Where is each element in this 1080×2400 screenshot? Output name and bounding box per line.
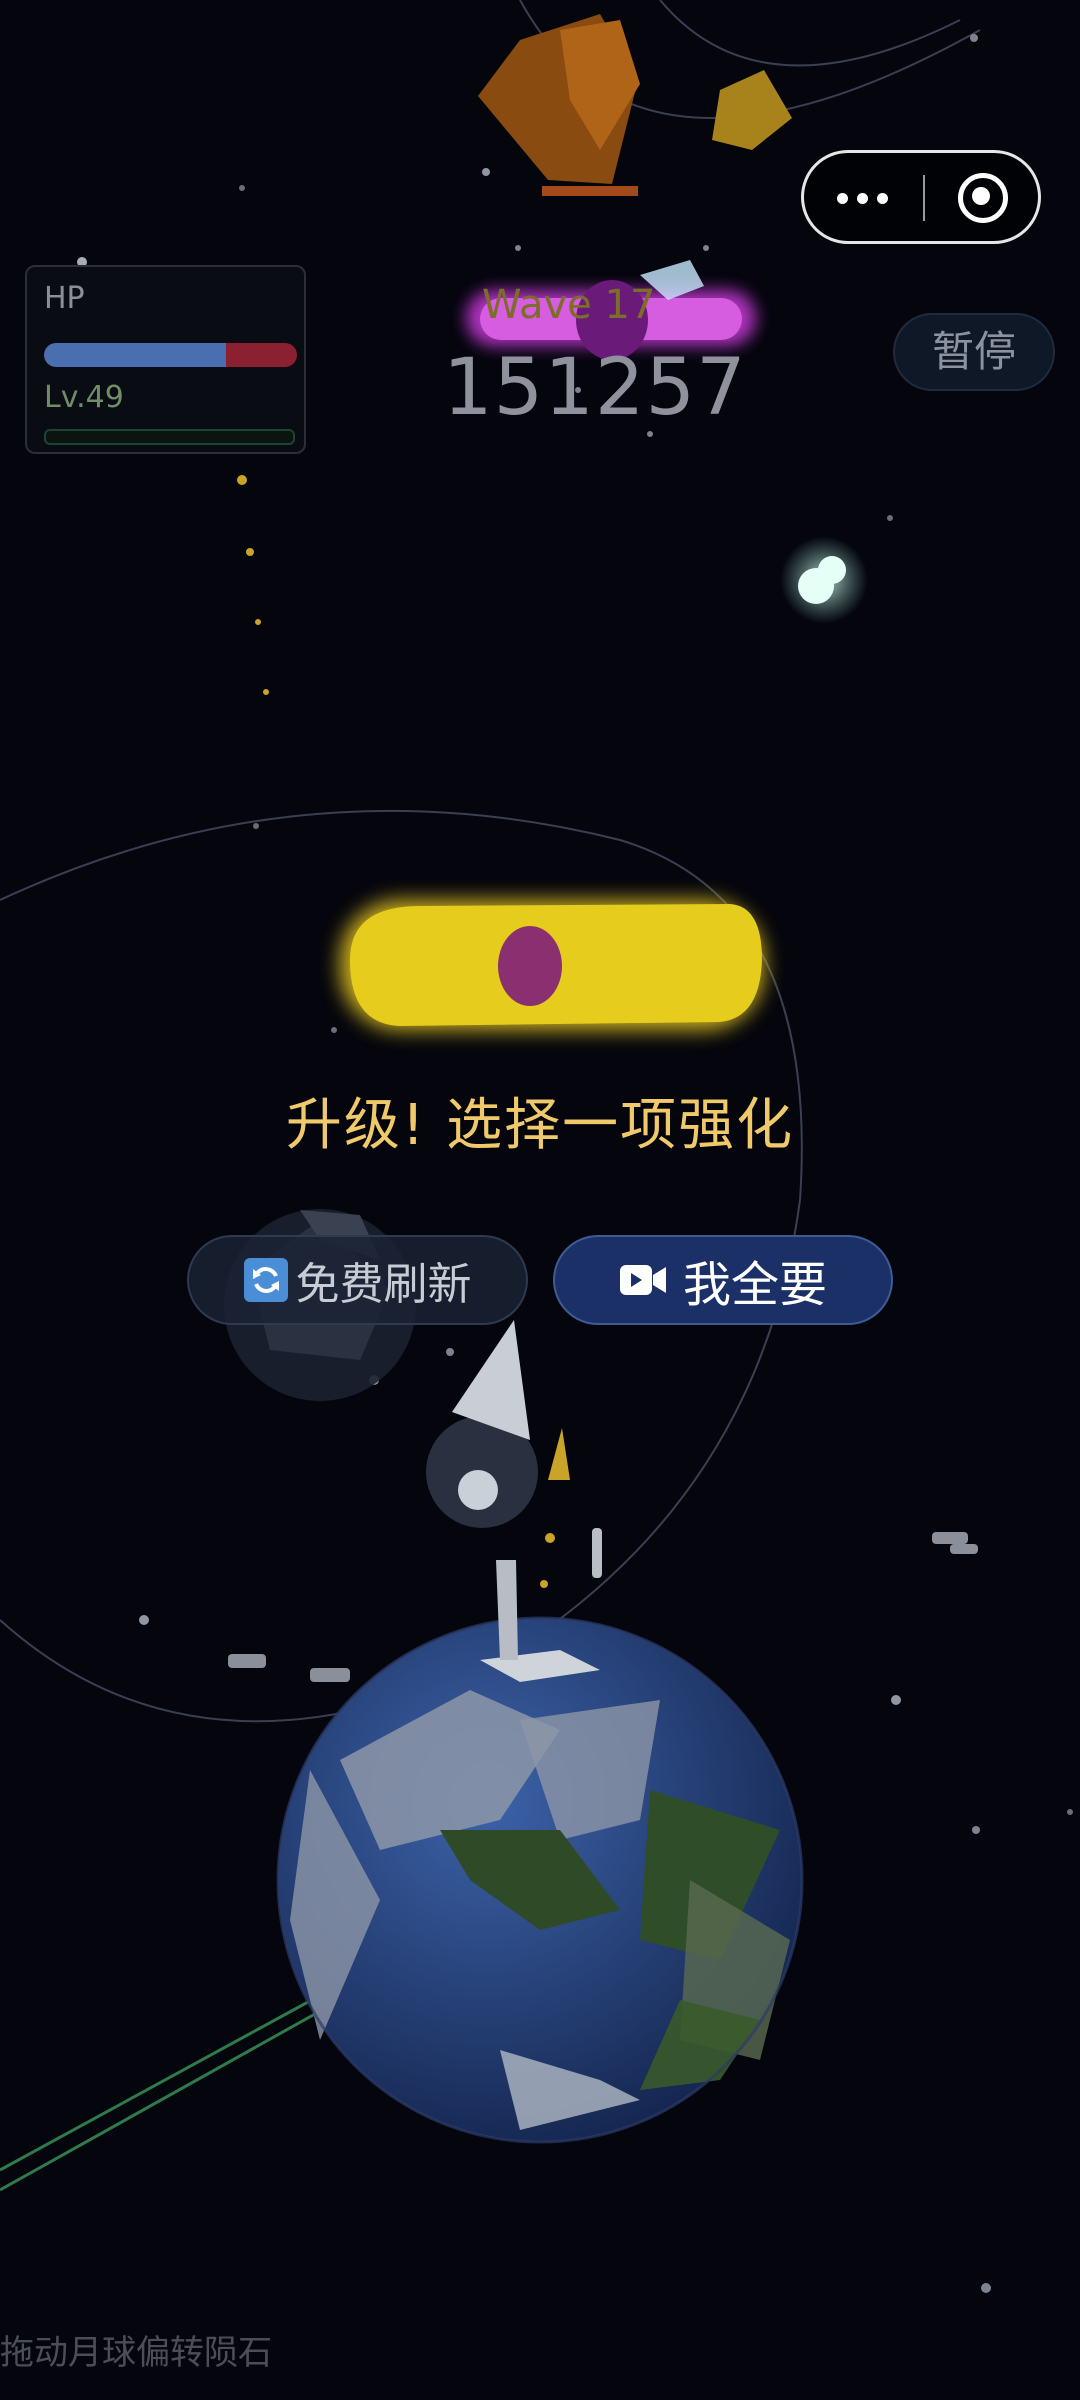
take-all-button[interactable]: 我全要 bbox=[553, 1235, 893, 1325]
level-label: Lv.49 bbox=[44, 380, 124, 415]
refresh-icon bbox=[243, 1258, 288, 1302]
free-refresh-button[interactable]: 免费刷新 bbox=[187, 1235, 528, 1325]
wave-label: Wave 17 bbox=[482, 282, 656, 328]
drag-hint: 拖动月球偏转陨石 bbox=[0, 2333, 272, 2373]
free-refresh-label: 免费刷新 bbox=[295, 1259, 472, 1310]
hp-bar bbox=[44, 343, 297, 367]
earth-planet bbox=[276, 1616, 804, 2144]
miniprogram-capsule bbox=[801, 150, 1041, 244]
video-camera-icon bbox=[619, 1263, 667, 1297]
target-close-icon[interactable] bbox=[925, 153, 1038, 241]
upgrade-title: 升级! 选择一项强化 bbox=[285, 1093, 795, 1158]
hp-bar-fill bbox=[44, 343, 227, 367]
hp-label: HP bbox=[44, 281, 85, 316]
xp-bar bbox=[44, 429, 295, 445]
score-value: 151257 bbox=[443, 343, 747, 433]
yellow-projectile bbox=[340, 900, 764, 1030]
take-all-label: 我全要 bbox=[682, 1257, 827, 1313]
more-dots-icon[interactable] bbox=[804, 153, 922, 241]
hp-panel: HP Lv.49 bbox=[25, 265, 306, 454]
pause-button[interactable]: 暂停 bbox=[893, 313, 1055, 391]
laser-beams bbox=[0, 1988, 341, 2192]
glowing-orb bbox=[780, 536, 868, 624]
